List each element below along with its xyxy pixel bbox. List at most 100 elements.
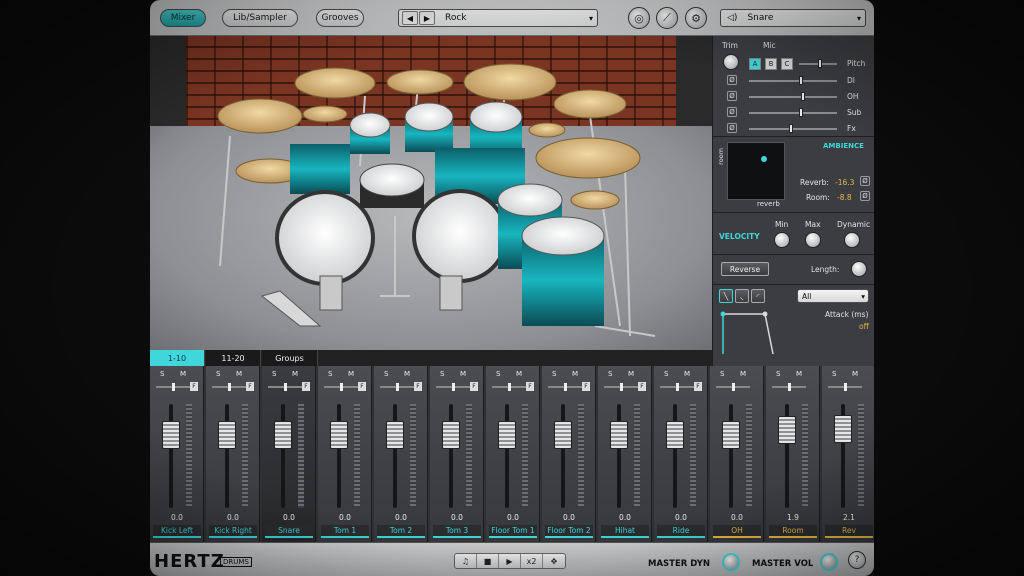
oh-slider-handle[interactable]	[801, 92, 805, 101]
channel-name[interactable]: OH	[713, 525, 761, 538]
channel-name[interactable]: Floor Tom 2	[545, 525, 593, 538]
trim-knob[interactable]	[723, 54, 739, 70]
chevron-down-icon[interactable]: ▾	[589, 14, 593, 23]
reverb-phase-button[interactable]: Ø	[860, 176, 870, 186]
preset-selector[interactable]: ◀ ▶ Rock ▾	[398, 9, 598, 27]
fader-track[interactable]	[449, 404, 453, 508]
tab-channels-1-10[interactable]: 1-10	[150, 350, 205, 366]
cymbal-crash-2[interactable]	[294, 67, 376, 99]
mute-button[interactable]: M	[348, 370, 354, 378]
drumsticks-icon[interactable]: ⟋	[656, 7, 678, 29]
channel-name[interactable]: Kick Left	[153, 525, 201, 538]
fx-send-button[interactable]: F	[582, 382, 590, 391]
fx-send-button[interactable]: F	[414, 382, 422, 391]
length-knob[interactable]	[851, 261, 867, 277]
fader-track[interactable]	[281, 404, 285, 508]
volume-fader[interactable]	[218, 421, 236, 450]
fader-track[interactable]	[505, 404, 509, 508]
fx-slider-handle[interactable]	[789, 124, 793, 133]
solo-button[interactable]: S	[384, 370, 388, 378]
channel-name[interactable]: Rev	[825, 525, 873, 538]
tab-lib-sampler[interactable]: Lib/Sampler	[222, 9, 298, 27]
solo-button[interactable]: S	[496, 370, 500, 378]
ambience-xy-handle[interactable]	[761, 156, 767, 162]
pan-handle[interactable]	[788, 383, 791, 391]
stop-icon[interactable]: ■	[477, 554, 499, 568]
target-icon[interactable]: ◎	[628, 7, 650, 29]
volume-fader[interactable]	[834, 414, 852, 443]
velocity-dynamic-knob[interactable]	[844, 232, 860, 248]
channel-name[interactable]: Tom 2	[377, 525, 425, 538]
fx-send-button[interactable]: F	[190, 382, 198, 391]
env-curve-icon[interactable]: ◟	[735, 289, 749, 303]
cymbal-crash-left[interactable]	[217, 98, 303, 134]
cymbal-crash-4[interactable]	[463, 63, 557, 101]
fx-send-button[interactable]: F	[358, 382, 366, 391]
solo-button[interactable]: S	[328, 370, 332, 378]
envelope-graph[interactable]	[719, 308, 779, 358]
oh-slider[interactable]	[749, 96, 837, 98]
channel-name[interactable]: Floor Tom 1	[489, 525, 537, 538]
floor-tom-2[interactable]	[521, 216, 605, 256]
pan-handle[interactable]	[844, 383, 847, 391]
phase-oh-button[interactable]: Ø	[727, 91, 737, 101]
kick-left[interactable]	[275, 190, 375, 286]
env-linear-icon[interactable]: ╲	[719, 289, 733, 303]
fader-track[interactable]	[729, 404, 733, 508]
volume-fader[interactable]	[386, 421, 404, 450]
fx-send-button[interactable]: F	[694, 382, 702, 391]
ambience-xy-pad[interactable]	[727, 142, 785, 200]
solo-button[interactable]: S	[720, 370, 724, 378]
pan-handle[interactable]	[508, 383, 511, 391]
pan-handle[interactable]	[396, 383, 399, 391]
mute-button[interactable]: M	[236, 370, 242, 378]
channel-name[interactable]: Tom 3	[433, 525, 481, 538]
fx-send-button[interactable]: F	[246, 382, 254, 391]
fader-track[interactable]	[337, 404, 341, 508]
pan-handle[interactable]	[732, 383, 735, 391]
cymbal-splash[interactable]	[528, 122, 566, 138]
tom-1[interactable]	[349, 112, 391, 138]
env-exp-icon[interactable]: ◜	[751, 289, 765, 303]
tom-3[interactable]	[469, 101, 523, 133]
pan-handle[interactable]	[564, 383, 567, 391]
solo-button[interactable]: S	[608, 370, 612, 378]
pan-handle[interactable]	[620, 383, 623, 391]
fx-send-button[interactable]: F	[526, 382, 534, 391]
channel-name[interactable]: Hihat	[601, 525, 649, 538]
solo-button[interactable]: S	[832, 370, 836, 378]
channel-name[interactable]: Tom 1	[321, 525, 369, 538]
mute-button[interactable]: M	[852, 370, 858, 378]
volume-fader[interactable]	[330, 421, 348, 450]
instrument-selector[interactable]: ◁) Snare ▾	[720, 9, 866, 27]
mute-button[interactable]: M	[404, 370, 410, 378]
channel-name[interactable]: Ride	[657, 525, 705, 538]
mute-button[interactable]: M	[796, 370, 802, 378]
volume-fader[interactable]	[554, 421, 572, 450]
reverse-button[interactable]: Reverse	[721, 262, 769, 276]
pan-handle[interactable]	[676, 383, 679, 391]
fx-slider[interactable]	[749, 128, 837, 130]
fx-send-button[interactable]: F	[638, 382, 646, 391]
mute-button[interactable]: M	[628, 370, 634, 378]
volume-fader[interactable]	[162, 421, 180, 450]
volume-fader[interactable]	[722, 421, 740, 450]
master-dyn-knob[interactable]	[722, 553, 740, 571]
solo-button[interactable]: S	[272, 370, 276, 378]
play-icon[interactable]: ▶	[499, 554, 521, 568]
help-icon[interactable]: ?	[848, 551, 866, 569]
fx-send-button[interactable]: F	[302, 382, 310, 391]
prev-preset-icon[interactable]: ◀	[402, 11, 418, 25]
mic-a-button[interactable]: A	[749, 58, 761, 70]
solo-button[interactable]: S	[440, 370, 444, 378]
tab-grooves[interactable]: Grooves	[316, 9, 364, 27]
cymbal-small[interactable]	[302, 105, 348, 123]
cymbal-ride[interactable]	[535, 137, 641, 179]
mute-button[interactable]: M	[460, 370, 466, 378]
move-icon[interactable]: ✥	[543, 554, 565, 568]
velocity-min-knob[interactable]	[774, 232, 790, 248]
fader-track[interactable]	[225, 404, 229, 508]
chevron-down-icon[interactable]: ▾	[857, 14, 861, 23]
room-phase-button[interactable]: Ø	[860, 191, 870, 201]
mute-button[interactable]: M	[180, 370, 186, 378]
